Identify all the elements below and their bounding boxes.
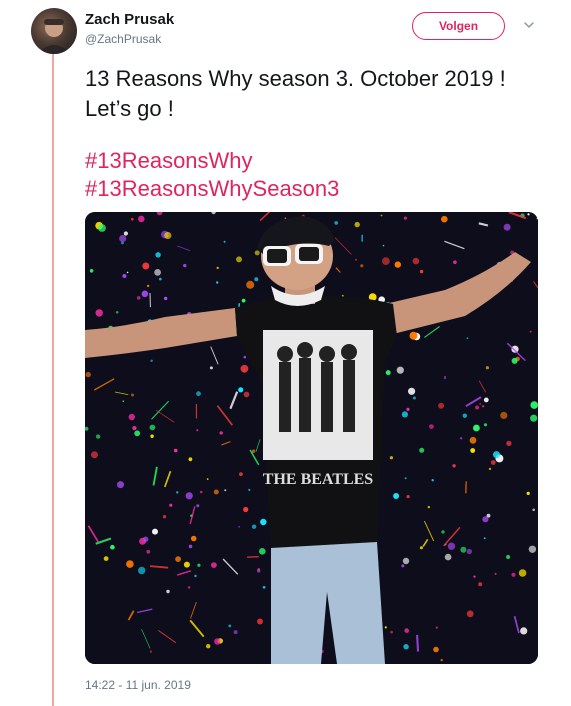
hashtag-list: #13ReasonsWhy #13ReasonsWhySeason3 xyxy=(85,147,339,203)
user-handle[interactable]: @ZachPrusak xyxy=(85,31,174,47)
shirt-text: THE BEATLES xyxy=(263,471,374,488)
tweet-text: 13 Reasons Why season 3. October 2019 ! … xyxy=(85,66,506,121)
tweet-photo[interactable]: THE BEATLES xyxy=(85,212,538,664)
author-info[interactable]: Zach Prusak @ZachPrusak xyxy=(85,11,174,47)
thread-line xyxy=(52,44,54,706)
tweet-timestamp[interactable]: 14:22 - 11 jun. 2019 xyxy=(85,678,191,692)
tweet-card: Zach Prusak @ZachPrusak Volgen 13 Reason… xyxy=(0,0,571,706)
display-name[interactable]: Zach Prusak xyxy=(85,11,174,29)
hashtag-link[interactable]: #13ReasonsWhySeason3 xyxy=(85,175,339,203)
follow-button[interactable]: Volgen xyxy=(412,12,505,40)
avatar[interactable] xyxy=(31,8,77,54)
hashtag-link[interactable]: #13ReasonsWhy xyxy=(85,147,339,175)
chevron-down-icon[interactable] xyxy=(522,18,536,32)
